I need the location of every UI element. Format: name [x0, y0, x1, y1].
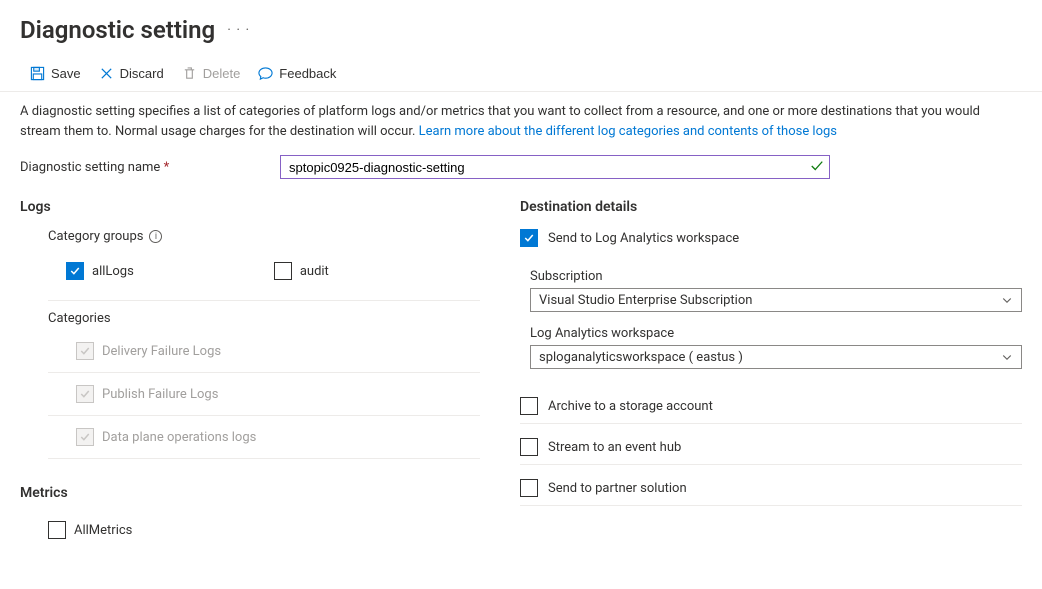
- chevron-down-icon: [1001, 294, 1013, 306]
- save-icon: [30, 66, 45, 81]
- partner-checkbox[interactable]: [520, 479, 538, 497]
- checkmark-icon: [810, 159, 824, 177]
- storage-label: Archive to a storage account: [548, 399, 713, 414]
- discard-button[interactable]: Discard: [99, 66, 164, 81]
- more-icon[interactable]: · · ·: [227, 22, 250, 38]
- discard-label: Discard: [120, 66, 164, 81]
- category-groups-label: Category groups i: [48, 229, 480, 244]
- destination-heading: Destination details: [520, 199, 1022, 215]
- learn-more-link[interactable]: Learn more about the different log categ…: [419, 124, 837, 139]
- metrics-heading: Metrics: [20, 485, 480, 501]
- event-hub-label: Stream to an event hub: [548, 440, 681, 455]
- log-analytics-checkbox[interactable]: [520, 229, 538, 247]
- category-checkbox: [76, 428, 94, 446]
- divider: [520, 505, 1022, 506]
- partner-label: Send to partner solution: [548, 481, 687, 496]
- storage-checkbox[interactable]: [520, 397, 538, 415]
- chevron-down-icon: [1001, 351, 1013, 363]
- feedback-button[interactable]: Feedback: [258, 66, 336, 81]
- divider: [48, 458, 480, 459]
- close-icon: [99, 66, 114, 81]
- name-label: Diagnostic setting name *: [20, 160, 260, 175]
- audit-checkbox[interactable]: [274, 262, 292, 280]
- divider: [520, 423, 1022, 424]
- subscription-select[interactable]: Visual Studio Enterprise Subscription: [530, 288, 1022, 312]
- save-button[interactable]: Save: [30, 66, 81, 81]
- logs-heading: Logs: [20, 199, 480, 215]
- category-label: Publish Failure Logs: [102, 387, 218, 402]
- trash-icon: [182, 66, 197, 81]
- info-icon[interactable]: i: [149, 230, 162, 243]
- divider: [520, 464, 1022, 465]
- feedback-label: Feedback: [279, 66, 336, 81]
- alllogs-checkbox[interactable]: [66, 262, 84, 280]
- diagnostic-name-input[interactable]: [280, 155, 830, 179]
- subscription-label: Subscription: [530, 269, 1022, 284]
- workspace-label: Log Analytics workspace: [530, 326, 1022, 341]
- category-label: Delivery Failure Logs: [102, 344, 221, 359]
- feedback-icon: [258, 66, 273, 81]
- description-text: A diagnostic setting specifies a list of…: [20, 102, 1022, 155]
- categories-label: Categories: [48, 301, 480, 330]
- allmetrics-label: AllMetrics: [74, 523, 132, 538]
- allmetrics-checkbox[interactable]: [48, 521, 66, 539]
- toolbar-divider: [0, 91, 1042, 92]
- page-title: Diagnostic setting: [20, 16, 215, 44]
- category-checkbox: [76, 342, 94, 360]
- workspace-select[interactable]: sploganalyticsworkspace ( eastus ): [530, 345, 1022, 369]
- log-analytics-label: Send to Log Analytics workspace: [548, 231, 739, 246]
- audit-label: audit: [300, 264, 329, 279]
- category-label: Data plane operations logs: [102, 430, 256, 445]
- delete-button: Delete: [182, 66, 241, 81]
- delete-label: Delete: [203, 66, 241, 81]
- event-hub-checkbox[interactable]: [520, 438, 538, 456]
- save-label: Save: [51, 66, 81, 81]
- alllogs-label: allLogs: [92, 264, 134, 279]
- category-checkbox: [76, 385, 94, 403]
